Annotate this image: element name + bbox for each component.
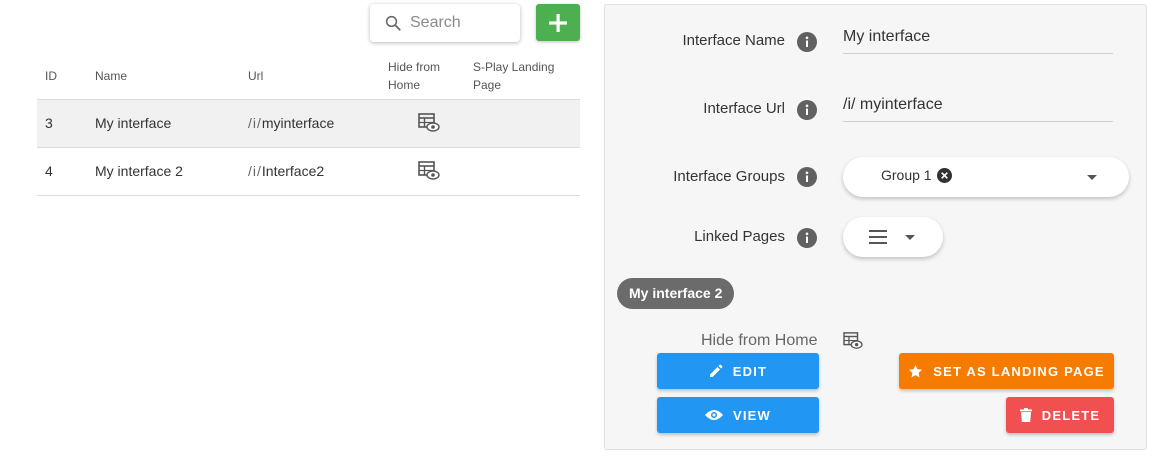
- header-name[interactable]: Name: [95, 67, 127, 85]
- set-as-landing-page-button[interactable]: SET AS LANDING PAGE: [899, 353, 1114, 389]
- add-interface-button[interactable]: [536, 4, 580, 41]
- header-landing-line1: S-Play Landing: [473, 60, 555, 74]
- info-icon[interactable]: [797, 228, 817, 248]
- header-landing-line2: Page: [473, 78, 502, 92]
- header-url[interactable]: Url: [248, 67, 263, 85]
- header-id[interactable]: ID: [45, 67, 57, 85]
- row-url-prefix: /i/: [248, 163, 262, 179]
- interface-groups-select[interactable]: Group 1: [843, 157, 1129, 197]
- header-hide-from-home[interactable]: Hide from Home: [388, 58, 440, 94]
- header-hide-line2: Home: [388, 78, 421, 92]
- view-button[interactable]: VIEW: [657, 397, 819, 433]
- row-url: /i/Interface2: [248, 163, 324, 179]
- table-header: ID Name Url Hide from Home S-Play Landin…: [37, 52, 580, 100]
- row-name: My interface: [95, 115, 172, 131]
- chevron-down-icon[interactable]: [905, 235, 915, 240]
- search-box[interactable]: [370, 4, 520, 42]
- interface-groups-label: Interface Groups: [673, 168, 785, 185]
- search-icon: [385, 15, 401, 31]
- eye-icon: [704, 410, 723, 420]
- close-circle-icon[interactable]: [936, 167, 952, 183]
- row-id: 4: [45, 163, 53, 179]
- linked-pages-select[interactable]: [843, 217, 943, 257]
- hide-from-home-label: Hide from Home: [701, 332, 818, 349]
- info-icon[interactable]: [797, 167, 817, 187]
- set-as-landing-page-label: SET AS LANDING PAGE: [933, 363, 1105, 379]
- search-input[interactable]: [410, 14, 515, 32]
- table-eye-icon[interactable]: [843, 332, 863, 350]
- linked-pages-label: Linked Pages: [694, 228, 785, 245]
- table-row[interactable]: 4 My interface 2 /i/Interface2: [37, 148, 580, 196]
- row-url-prefix: /i/: [248, 115, 262, 131]
- table-eye-icon[interactable]: [418, 161, 440, 184]
- pencil-icon: [709, 364, 723, 377]
- trash-icon: [1019, 408, 1032, 422]
- interface-url-field[interactable]: /i/ myinterface: [843, 96, 1113, 122]
- menu-icon: [869, 230, 887, 244]
- table-eye-icon[interactable]: [418, 113, 440, 136]
- delete-button[interactable]: DELETE: [1006, 397, 1114, 433]
- interface-url-label: Interface Url: [703, 100, 785, 117]
- row-url-slug: Interface2: [261, 163, 325, 179]
- group-chip: Group 1: [881, 167, 952, 183]
- interface-name-field[interactable]: My interface: [843, 28, 1113, 54]
- info-icon[interactable]: [797, 32, 817, 52]
- chevron-down-icon[interactable]: [1087, 175, 1097, 180]
- header-hide-line1: Hide from: [388, 60, 441, 74]
- delete-button-label: DELETE: [1041, 407, 1101, 423]
- plus-icon: [549, 13, 567, 32]
- header-landing-page[interactable]: S-Play Landing Page: [473, 58, 554, 94]
- row-name: My interface 2: [95, 163, 183, 179]
- row-url: /i/myinterface: [248, 115, 334, 131]
- edit-button-label: EDIT: [732, 363, 768, 379]
- edit-button[interactable]: EDIT: [657, 353, 819, 389]
- star-icon: [909, 364, 923, 377]
- info-icon[interactable]: [797, 100, 817, 120]
- group-chip-label: Group 1: [881, 167, 932, 183]
- linked-page-chip[interactable]: My interface 2: [617, 278, 735, 309]
- interfaces-table: ID Name Url Hide from Home S-Play Landin…: [37, 52, 580, 196]
- row-url-slug: myinterface: [261, 115, 335, 131]
- view-button-label: VIEW: [732, 407, 772, 423]
- interface-name-label: Interface Name: [682, 32, 785, 49]
- table-row[interactable]: 3 My interface /i/myinterface: [37, 100, 580, 148]
- interface-detail-panel: Interface Name My interface Interface Ur…: [604, 4, 1147, 450]
- row-id: 3: [45, 115, 53, 131]
